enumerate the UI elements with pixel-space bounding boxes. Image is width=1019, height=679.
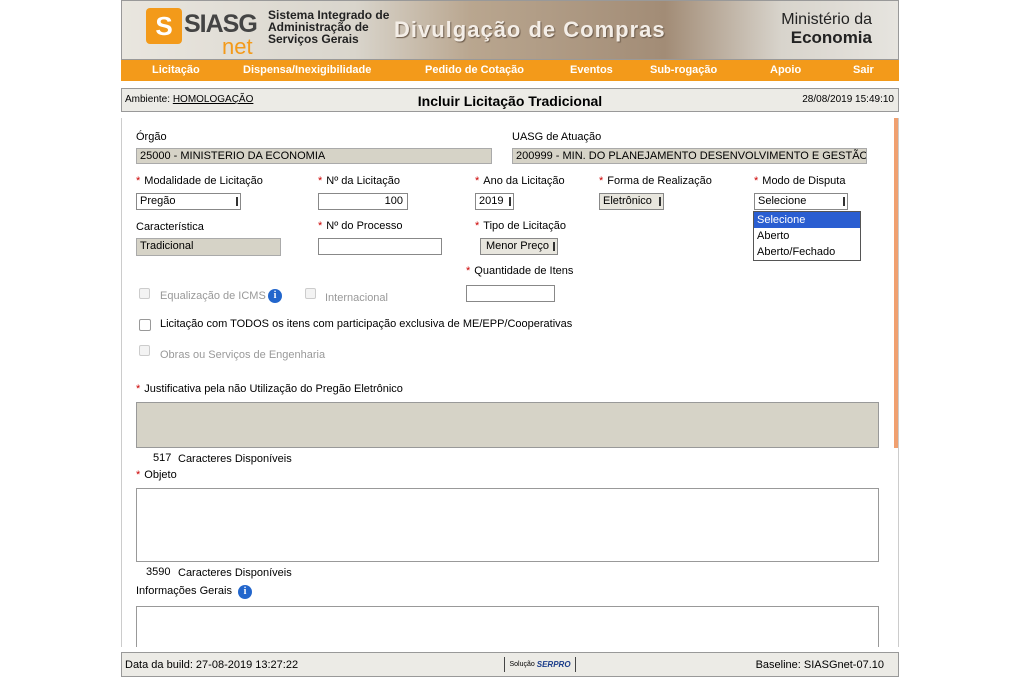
justificativa-label: * Justificativa pela não Utilização do Pr… (136, 383, 403, 395)
numero-input[interactable]: 100 (318, 193, 408, 210)
me-epp-label: Licitação com TODOS os itens com partici… (160, 318, 573, 330)
uasg-field: 200999 - MIN. DO PLANEJAMENTO DESENVOLVI… (512, 148, 867, 164)
objeto-textarea[interactable] (136, 488, 879, 562)
menu-sair[interactable]: Sair (853, 64, 874, 76)
header-banner: S SIASG net Sistema Integrado de Adminis… (121, 0, 899, 60)
build-date: Data da build: 27-08-2019 13:27:22 (125, 659, 299, 671)
menu-pedido-cotacao[interactable]: Pedido de Cotação (425, 64, 524, 76)
menu-eventos[interactable]: Eventos (570, 64, 613, 76)
numero-label: * Nº da Licitação (318, 175, 401, 187)
info-icon[interactable]: i (268, 289, 282, 303)
tipo-select[interactable]: Menor Preço (480, 238, 558, 255)
system-name: Sistema Integrado de Administração de Se… (268, 8, 390, 46)
uasg-label: UASG de Atuação (512, 131, 602, 143)
modo-option-aberto[interactable]: Aberto (754, 228, 860, 244)
modalidade-select[interactable]: Pregão (136, 193, 241, 210)
banner-title: Divulgação de Compras (394, 17, 666, 42)
modalidade-label: * Modalidade de Licitação (136, 175, 263, 187)
internacional-label: Internacional (325, 292, 388, 304)
serpro-logo: Solução SERPRO (504, 657, 576, 672)
info-gerais-label: Informações Gerais (136, 585, 232, 597)
quantidade-label: * Quantidade de Itens (466, 265, 574, 277)
processo-input[interactable] (318, 238, 442, 255)
icms-checkbox[interactable] (139, 288, 150, 299)
app-frame: S SIASG net Sistema Integrado de Adminis… (121, 0, 899, 679)
modo-label: * Modo de Disputa (754, 175, 846, 187)
quantidade-input[interactable] (466, 285, 555, 302)
objeto-label: * Objeto (136, 469, 177, 481)
siasg-logo: S SIASG net (146, 8, 258, 59)
justificativa-count: 517 (153, 452, 172, 464)
internacional-checkbox[interactable] (305, 288, 316, 299)
orgao-label: Órgão (136, 131, 167, 143)
caracteristica-label: Característica (136, 221, 204, 233)
form-content: Órgão 25000 - MINISTERIO DA ECONOMIA UAS… (121, 118, 899, 647)
menu-licitacao[interactable]: Licitação (152, 64, 200, 76)
caracteristica-field: Tradicional (136, 238, 281, 256)
ano-select[interactable]: 2019 (475, 193, 514, 210)
datetime: 28/08/2019 15:49:10 (802, 94, 894, 105)
main-menu: Licitação Dispensa/Inexigibilidade Pedid… (121, 60, 899, 81)
justificativa-chars-label: Caracteres Disponíveis (178, 453, 292, 465)
obras-checkbox[interactable] (139, 345, 150, 356)
me-epp-checkbox[interactable] (139, 319, 151, 331)
environment-bar: Ambiente: HOMOLOGAÇÃO Incluir Licitação … (121, 88, 899, 112)
icms-label: Equalização de ICMS (160, 290, 266, 302)
page-title: Incluir Licitação Tradicional (417, 93, 603, 109)
forma-label: * Forma de Realização (599, 175, 712, 187)
footer-bar: Data da build: 27-08-2019 13:27:22 Soluç… (121, 652, 899, 677)
tipo-label: * Tipo de Licitação (475, 220, 567, 232)
info-icon[interactable]: i (238, 585, 252, 599)
processo-label: * Nº do Processo (318, 220, 403, 232)
forma-select[interactable]: Eletrônico (599, 193, 664, 210)
ministry-name: Ministério da Economia (781, 11, 872, 47)
objeto-count: 3590 (146, 566, 171, 578)
scrollbar[interactable] (894, 118, 898, 448)
modo-option-aberto-fechado[interactable]: Aberto/Fechado (754, 244, 860, 260)
obras-label: Obras ou Serviços de Engenharia (160, 349, 326, 361)
baseline: Baseline: SIASGnet-07.10 (755, 659, 884, 671)
menu-apoio[interactable]: Apoio (770, 64, 801, 76)
menu-sub-rogacao[interactable]: Sub-rogação (650, 64, 717, 76)
menu-dispensa[interactable]: Dispensa/Inexigibilidade (243, 64, 371, 76)
orgao-field: 25000 - MINISTERIO DA ECONOMIA (136, 148, 492, 164)
info-gerais-textarea[interactable] (136, 606, 879, 647)
modo-dropdown-list: Selecione Aberto Aberto/Fechado (753, 211, 861, 261)
justificativa-textarea[interactable] (136, 402, 879, 448)
ano-label: * Ano da Licitação (475, 175, 565, 187)
modo-select[interactable]: Selecione (754, 193, 848, 210)
modo-option-selecione[interactable]: Selecione (754, 212, 860, 228)
objeto-chars-label: Caracteres Disponíveis (178, 567, 292, 579)
